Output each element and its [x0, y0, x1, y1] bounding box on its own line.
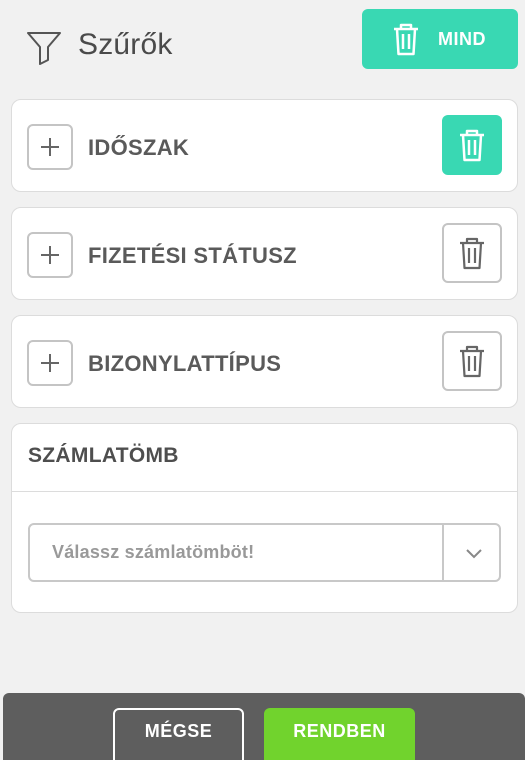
ok-button[interactable]: RENDBEN	[264, 708, 415, 760]
filter-card-payment-status: FIZETÉSI STÁTUSZ	[11, 207, 518, 300]
header: Szűrők MIND	[0, 0, 525, 90]
chevron-down-icon[interactable]	[464, 543, 484, 563]
filter-label-document-type: BIZONYLATTÍPUS	[88, 351, 282, 376]
plus-icon	[41, 354, 59, 372]
clear-all-button[interactable]: MIND	[362, 9, 518, 69]
filter-label-payment-status: FIZETÉSI STÁTUSZ	[88, 243, 297, 268]
select-separator	[442, 525, 444, 580]
footer-bar: MÉGSE RENDBEN	[3, 693, 525, 760]
trash-icon	[460, 237, 484, 270]
trash-icon	[460, 129, 484, 162]
invoice-block-card: SZÁMLATÖMB Válassz számlatömböt!	[11, 423, 518, 613]
divider	[12, 491, 517, 492]
trash-icon	[394, 23, 418, 56]
select-placeholder: Válassz számlatömböt!	[52, 542, 255, 562]
invoice-block-title: SZÁMLATÖMB	[28, 444, 179, 467]
funnel-icon	[27, 32, 61, 65]
filter-label-period: IDŐSZAK	[88, 135, 190, 160]
clear-payment-status-button[interactable]	[442, 223, 502, 283]
trash-icon	[460, 345, 484, 378]
plus-icon	[41, 246, 59, 264]
clear-period-button[interactable]	[442, 115, 502, 175]
clear-document-type-button[interactable]	[442, 331, 502, 391]
filter-card-period: IDŐSZAK	[11, 99, 518, 192]
expand-period-button[interactable]	[27, 124, 73, 170]
page-title: Szűrők	[78, 28, 173, 61]
cancel-button[interactable]: MÉGSE	[113, 708, 244, 760]
expand-document-type-button[interactable]	[27, 340, 73, 386]
plus-icon	[41, 138, 59, 156]
clear-all-label: MIND	[438, 28, 486, 49]
filter-card-document-type: BIZONYLATTÍPUS	[11, 315, 518, 408]
expand-payment-status-button[interactable]	[27, 232, 73, 278]
invoice-block-select[interactable]: Válassz számlatömböt!	[28, 523, 501, 582]
